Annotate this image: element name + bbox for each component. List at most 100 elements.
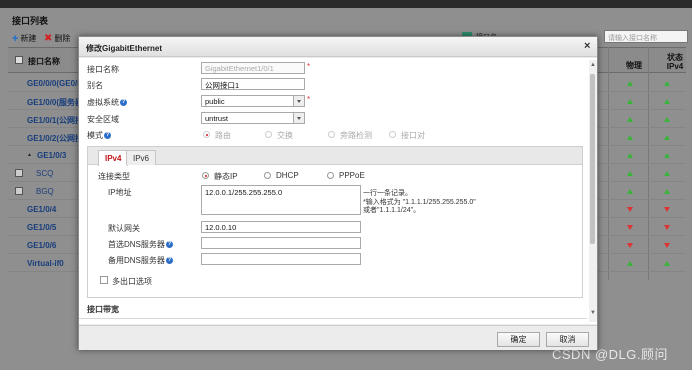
help-icon[interactable]: ? — [104, 132, 111, 140]
ip-address-textarea[interactable]: 12.0.0.1/255.255.255.0 — [201, 185, 361, 215]
dns1-label: 首选DNS服务器? — [108, 239, 173, 250]
interface-name-link[interactable]: GE1/0/3 — [37, 151, 66, 160]
tab-ipv4[interactable]: IPv4 — [98, 150, 129, 166]
dns1-input[interactable] — [201, 237, 361, 249]
edit-interface-dialog: 修改GigabitEthernet × 接口名称 GigabitEthernet… — [78, 36, 598, 350]
arrow-down-icon — [627, 225, 633, 230]
dns2-input[interactable] — [201, 253, 361, 265]
interface-name-link[interactable]: GE1/0/5 — [27, 223, 56, 232]
mode-switch-label: 交换 — [277, 131, 293, 140]
interface-name-link[interactable]: GE1/0/4 — [27, 205, 56, 214]
arrow-up-icon — [627, 261, 633, 266]
close-icon[interactable]: × — [584, 40, 590, 52]
interface-name-link[interactable]: GE1/0/6 — [27, 241, 56, 250]
arrow-up-icon — [627, 81, 633, 86]
hint-line-1: 一行一条记录。 — [363, 190, 412, 197]
arrow-down-icon — [664, 225, 670, 230]
hint-line-3: 或者"1.1.1.1/24"。 — [363, 207, 421, 214]
scroll-thumb[interactable] — [590, 74, 595, 244]
ok-button[interactable]: 确定 — [497, 332, 540, 347]
zone-label: 安全区域 — [87, 115, 119, 124]
top-bar — [0, 0, 692, 8]
static-ip-radio[interactable] — [202, 172, 209, 179]
cancel-button[interactable]: 取消 — [546, 332, 589, 347]
multi-exit-label: 多出口选项 — [112, 277, 152, 286]
panel-title: 接口列表 — [12, 16, 49, 26]
mode-pair-label: 接口对 — [401, 131, 425, 140]
scroll-down-icon[interactable]: ▼ — [590, 310, 596, 316]
arrow-up-icon — [664, 153, 670, 158]
vsys-select[interactable]: public — [201, 95, 305, 107]
hint-line-2: *输入格式为 "1.1.1.1/255.255.255.0" — [363, 198, 476, 206]
section-divider — [79, 318, 587, 319]
alias-input[interactable]: 公网接口1 — [201, 78, 305, 90]
help-icon[interactable]: ? — [165, 257, 173, 265]
arrow-up-icon — [664, 99, 670, 104]
arrow-down-icon — [664, 243, 670, 248]
select-all-checkbox[interactable] — [15, 56, 23, 64]
bandwidth-section-title: 接口带宽 — [87, 305, 119, 314]
dns1-label-text: 首选DNS服务器 — [108, 240, 165, 249]
interface-name-link[interactable]: BGQ — [36, 187, 54, 196]
dhcp-label: DHCP — [276, 171, 299, 180]
pppoe-radio[interactable] — [327, 172, 334, 179]
expand-icon[interactable]: ▲ — [27, 152, 32, 158]
interface-name-link[interactable]: GE1/0/2(公网接 — [27, 133, 83, 144]
dialog-scrollbar[interactable]: ▲ ▼ — [589, 60, 597, 322]
mode-pair-radio[interactable] — [389, 131, 396, 138]
arrow-up-icon — [627, 135, 633, 140]
arrow-down-icon — [664, 207, 670, 212]
ip-address-label: IP地址 — [108, 188, 132, 197]
tab-ipv6[interactable]: IPv6 — [126, 150, 157, 165]
conn-type-label: 连接类型 — [98, 172, 130, 181]
arrow-up-icon — [664, 261, 670, 266]
arrow-up-icon — [664, 135, 670, 140]
help-icon[interactable]: ? — [120, 99, 127, 107]
arrow-up-icon — [664, 171, 670, 176]
chevron-down-icon — [293, 96, 304, 106]
scroll-up-icon[interactable]: ▲ — [590, 62, 596, 68]
arrow-up-icon — [627, 189, 633, 194]
alias-label: 别名 — [87, 81, 103, 90]
arrow-up-icon — [664, 81, 670, 86]
new-button-label: 新建 — [20, 34, 37, 43]
multi-exit-checkbox[interactable] — [100, 276, 108, 284]
delete-button[interactable]: ✖ 删除 — [44, 33, 70, 44]
tabs-bar: IPv4 IPv6 — [88, 147, 582, 166]
header-physical: 物理 — [626, 61, 642, 70]
dialog-body: 接口名称 GigabitEthernet1/0/1 * 别名 公网接口1 虚拟系… — [79, 58, 597, 324]
header-interface-name: 接口名称 — [28, 57, 60, 66]
arrow-up-icon — [664, 117, 670, 122]
iface-name-field: GigabitEthernet1/0/1 — [201, 62, 305, 74]
mode-bypass-radio[interactable] — [328, 131, 335, 138]
arrow-up-icon — [627, 99, 633, 104]
help-icon[interactable]: ? — [165, 241, 173, 249]
interface-name-link[interactable]: SCQ — [36, 169, 53, 178]
row-checkbox[interactable] — [15, 169, 23, 177]
search-input[interactable]: 请输入接口名称 — [604, 30, 688, 43]
interface-name-link[interactable]: GE1/0/0(服务器 — [27, 97, 83, 108]
header-status-ipv4: 状态 IPv4 — [666, 53, 684, 71]
interface-name-link[interactable]: Virtual-if0 — [27, 259, 64, 268]
gateway-label: 默认网关 — [108, 224, 140, 233]
dns2-label: 备用DNS服务器? — [108, 255, 173, 266]
row-checkbox[interactable] — [15, 187, 23, 195]
plus-icon: + — [12, 32, 19, 45]
delete-button-label: 删除 — [54, 34, 71, 43]
arrow-down-icon — [627, 243, 633, 248]
dialog-title: 修改GigabitEthernet — [86, 44, 163, 53]
interface-name-link[interactable]: GE1/0/1(公网接 — [27, 115, 83, 126]
mode-bypass-label: 旁路检测 — [340, 131, 372, 140]
vsys-label-text: 虚拟系统 — [87, 98, 119, 107]
mode-switch-radio[interactable] — [265, 131, 272, 138]
required-mark: * — [307, 95, 311, 104]
zone-select[interactable]: untrust — [201, 112, 305, 124]
gateway-input[interactable]: 12.0.0.10 — [201, 221, 361, 233]
iface-name-label: 接口名称 — [87, 65, 119, 74]
mode-label-text: 模式 — [87, 131, 103, 140]
interface-name-link[interactable]: GE0/0/0(GE0/M — [27, 79, 84, 88]
delete-icon: ✖ — [44, 32, 53, 44]
dhcp-radio[interactable] — [264, 172, 271, 179]
mode-route-radio[interactable] — [203, 131, 210, 138]
new-button[interactable]: + 新建 — [12, 33, 36, 44]
